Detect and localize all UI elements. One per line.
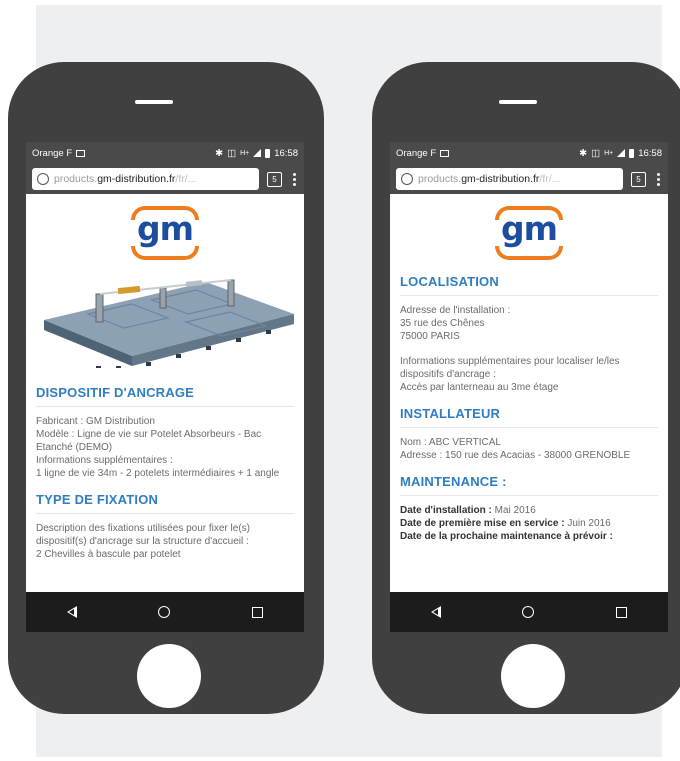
installer-block: Nom : ABC VERTICAL Adresse : 150 rue des… [400, 436, 658, 462]
section-title-location: LOCALISATION [400, 274, 658, 296]
home-button[interactable] [501, 644, 565, 708]
address-street: 35 rue des Chênes [400, 318, 485, 329]
extra-info-value: 1 ligne de vie 34m - 2 potelets interméd… [36, 468, 280, 479]
clock-label: 16:58 [638, 147, 662, 159]
recents-icon[interactable] [252, 606, 264, 618]
url-prefix: products. [418, 173, 462, 185]
installer-address: Adresse : 150 rue des Acacias - 38000 GR… [400, 450, 631, 461]
anchoring-device-details: Fabricant : GM Distribution Modèle : Lig… [36, 415, 294, 480]
product-image [44, 279, 294, 368]
maintenance-block: Date d'installation : Mai 2016 Date de p… [400, 504, 658, 543]
browser-toolbar: products. gm-distribution.fr /fr/... 5 [26, 164, 304, 194]
vibrate-icon: ◫ [591, 147, 601, 159]
commissioning-date-label: Date de première mise en service : [400, 518, 565, 529]
location-extra-value: Accès par lanterneau au 3me étage [400, 382, 559, 393]
location-extra-label: Informations supplémentaires pour locali… [400, 356, 620, 380]
address-city: 75000 PARIS [400, 331, 460, 342]
speaker-grille [499, 100, 537, 104]
section-title-maintenance: MAINTENANCE : [400, 474, 658, 496]
android-nav-bar [26, 592, 304, 632]
status-bar: Orange F ✱ ◫ H+ 16:58 [26, 142, 304, 164]
gm-logo: gm [127, 204, 203, 262]
tab-count: 5 [272, 174, 277, 184]
bluetooth-icon: ✱ [579, 147, 588, 159]
battery-icon [265, 148, 271, 158]
globe-icon [37, 173, 49, 185]
section-title-installer: INSTALLATEUR [400, 406, 658, 428]
fixation-value: 2 Chevilles à bascule par potelet [36, 549, 181, 560]
section-title-anchoring-device: DISPOSITIF D'ANCRAGE [36, 385, 294, 407]
commissioning-date-value: Juin 2016 [567, 518, 611, 529]
url-path: /fr/... [175, 173, 197, 185]
image-notification-icon [440, 149, 450, 157]
back-icon[interactable] [430, 606, 441, 618]
installation-date-row: Date d'installation : Mai 2016 [400, 504, 658, 517]
next-maintenance-row: Date de la prochaine maintenance à prévo… [400, 530, 658, 543]
clock-label: 16:58 [274, 147, 298, 159]
back-icon[interactable] [66, 606, 77, 618]
phone-right: Orange F ✱ ◫ H+ 16:58 products. gm-distr… [372, 62, 680, 714]
address-label: Adresse de l'installation : [400, 305, 511, 316]
phone-screen: Orange F ✱ ◫ H+ 16:58 products. gm-distr… [26, 142, 304, 632]
address-block: Adresse de l'installation : 35 rue des C… [400, 304, 658, 343]
extra-info-label: Informations supplémentaires : [36, 455, 173, 466]
installation-date-label: Date d'installation : [400, 505, 492, 516]
browser-toolbar: products. gm-distribution.fr /fr/... 5 [390, 164, 668, 194]
speaker-grille [135, 100, 173, 104]
home-button[interactable] [137, 644, 201, 708]
phone-screen: Orange F ✱ ◫ H+ 16:58 products. gm-distr… [390, 142, 668, 632]
location-extra-block: Informations supplémentaires pour locali… [400, 355, 658, 394]
fixation-details: Description des fixations utilisées pour… [36, 522, 294, 561]
menu-icon[interactable] [654, 172, 662, 186]
android-nav-bar [390, 592, 668, 632]
url-prefix: products. [54, 173, 98, 185]
address-bar[interactable]: products. gm-distribution.fr /fr/... [396, 168, 623, 190]
bluetooth-icon: ✱ [215, 147, 224, 159]
next-maintenance-label: Date de la prochaine maintenance à prévo… [400, 531, 613, 542]
signal-icon [617, 149, 626, 157]
url-path: /fr/... [539, 173, 561, 185]
logo-text: gm [136, 209, 194, 248]
vibrate-icon: ◫ [227, 147, 237, 159]
fixation-description: Description des fixations utilisées pour… [36, 523, 250, 547]
address-bar[interactable]: products. gm-distribution.fr /fr/... [32, 168, 259, 190]
commissioning-date-row: Date de première mise en service : Juin … [400, 517, 658, 530]
network-type-label: H+ [604, 149, 614, 157]
signal-icon [253, 149, 262, 157]
home-icon[interactable] [158, 606, 171, 618]
carrier-label: Orange F [32, 147, 73, 159]
globe-icon [401, 173, 413, 185]
battery-icon [629, 148, 635, 158]
url-host: gm-distribution.fr [97, 173, 176, 185]
manufacturer-line: Fabricant : GM Distribution [36, 416, 155, 427]
home-icon[interactable] [522, 606, 535, 618]
installer-name: Nom : ABC VERTICAL [400, 437, 501, 448]
page-content: gm DISPOSITIF D'ANCRAGE Fabricant: GM D… [26, 194, 304, 592]
tabs-icon[interactable]: 5 [631, 171, 646, 187]
gm-logo: gm [491, 204, 567, 262]
tabs-icon[interactable]: 5 [267, 171, 282, 187]
status-bar: Orange F ✱ ◫ H+ 16:58 [390, 142, 668, 164]
page-content: gm LOCALISATION Adresse de l'installatio… [390, 194, 668, 592]
url-host: gm-distribution.fr [461, 173, 540, 185]
network-type-label: H+ [240, 149, 250, 157]
tab-count: 5 [636, 174, 641, 184]
logo-text: gm [500, 209, 558, 248]
image-notification-icon [76, 149, 86, 157]
phone-left: Orange F ✱ ◫ H+ 16:58 products. gm-distr… [8, 62, 324, 714]
installation-date-value: Mai 2016 [494, 505, 536, 516]
section-title-fixation-type: TYPE DE FIXATION [36, 492, 294, 514]
model-line: Modèle : Ligne de vie sur Potelet Absorb… [36, 429, 262, 453]
recents-icon[interactable] [616, 606, 628, 618]
carrier-label: Orange F [396, 147, 437, 159]
menu-icon[interactable] [290, 172, 298, 186]
